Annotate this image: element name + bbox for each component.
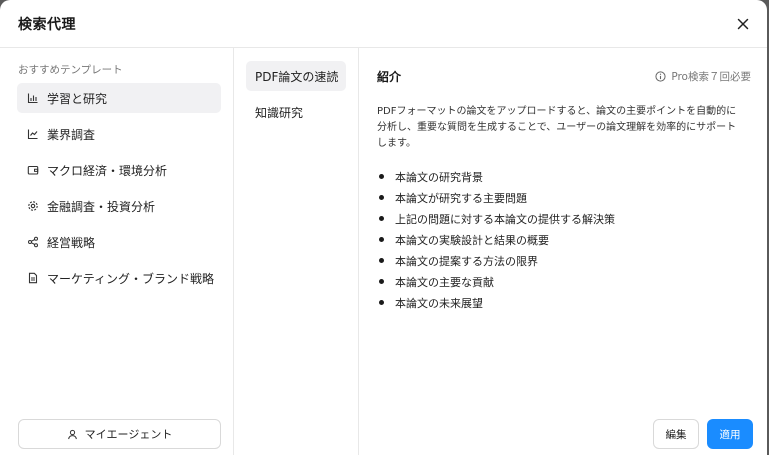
sidebar-item-label: 業界調査	[47, 127, 96, 142]
template-label: PDF論文の速読	[255, 69, 339, 84]
list-item: 本論文の未来展望	[377, 292, 751, 313]
dialog-title: 検索代理	[18, 16, 76, 33]
template-pdf-speed-read[interactable]: PDF論文の速読	[246, 61, 346, 91]
gear-icon	[27, 200, 39, 212]
sidebar-item-label: 学習と研究	[47, 91, 108, 106]
pro-search-requirement: Pro検索７回必要	[655, 69, 751, 84]
close-icon	[737, 18, 749, 29]
edit-button[interactable]: 編集	[653, 419, 699, 449]
sidebar-item-label: 金融調査・投資分析	[47, 199, 156, 214]
point-text: 本論文の未来展望	[395, 296, 483, 310]
my-agent-label: マイエージェント	[84, 428, 173, 441]
point-text: 本論文の主要な貢献	[395, 275, 494, 289]
template-knowledge-research[interactable]: 知識研究	[246, 97, 346, 127]
sidebar-item-label: マクロ経済・環境分析	[47, 163, 168, 178]
sidebar-item-business-strategy[interactable]: 経営戦略	[17, 227, 221, 257]
list-item: 上記の問題に対する本論文の提供する解決策	[377, 208, 751, 229]
template-label: 知識研究	[255, 105, 304, 120]
category-list: 学習と研究 業界調査 マクロ経済・環境分析 金融調査・投資分析 経営戦略 マーケ…	[17, 83, 221, 293]
user-icon	[67, 429, 77, 439]
point-text: 本論文が研究する主要問題	[395, 191, 527, 205]
line-chart-icon	[27, 128, 39, 140]
template-list: PDF論文の速読 知識研究	[234, 48, 359, 455]
sidebar-item-finance-investment[interactable]: 金融調査・投資分析	[17, 191, 221, 221]
point-text: 上記の問題に対する本論文の提供する解決策	[395, 212, 615, 226]
bullet	[379, 237, 384, 242]
point-text: 本論文の実験設計と結果の概要	[395, 233, 549, 247]
sidebar-item-learning-research[interactable]: 学習と研究	[17, 83, 221, 113]
my-agent-button[interactable]: マイエージェント	[18, 419, 221, 449]
bullet	[379, 300, 384, 305]
recommended-templates-label: おすすめテンプレート	[18, 64, 123, 76]
close-button[interactable]	[733, 14, 753, 34]
list-item: 本論文の実験設計と結果の概要	[377, 229, 751, 250]
apply-button[interactable]: 適用	[707, 419, 753, 449]
detail-header: 紹介 Pro検索７回必要	[377, 68, 751, 84]
detail-title: 紹介	[377, 69, 402, 84]
pro-note-text: Pro検索７回必要	[671, 70, 751, 83]
sidebar-item-label: マーケティング・ブランド戦略	[47, 271, 215, 286]
dialog-header: 検索代理	[0, 0, 767, 48]
detail-description: PDFフォーマットの論文をアップロードすると、論文の主要ポイントを自動的に分析し…	[377, 106, 737, 149]
sidebar-item-industry-research[interactable]: 業界調査	[17, 119, 221, 149]
bullet	[379, 174, 384, 179]
sidebar-item-marketing-brand[interactable]: マーケティング・ブランド戦略	[17, 263, 221, 293]
bar-chart-icon	[27, 92, 39, 104]
share-icon	[27, 236, 39, 248]
dialog-actions: 編集 適用	[653, 419, 753, 449]
template-detail: 紹介 Pro検索７回必要 PDFフォーマットの論文をアップロードすると、論文の主…	[359, 48, 767, 455]
wallet-icon	[27, 164, 39, 176]
bullet	[379, 258, 384, 263]
sidebar-item-label: 経営戦略	[47, 235, 96, 250]
list-item: 本論文の提案する方法の限界	[377, 250, 751, 271]
category-sidebar: おすすめテンプレート 学習と研究 業界調査 マクロ経済・環境分析 金融調査・投資…	[0, 48, 234, 455]
list-item: 本論文の研究背景	[377, 166, 751, 187]
document-icon	[27, 272, 39, 284]
sidebar-item-macro-economics[interactable]: マクロ経済・環境分析	[17, 155, 221, 185]
bullet	[379, 216, 384, 221]
point-text: 本論文の研究背景	[395, 170, 483, 184]
info-icon	[655, 70, 666, 82]
bullet	[379, 195, 384, 200]
list-item: 本論文が研究する主要問題	[377, 187, 751, 208]
search-agent-dialog: 検索代理 おすすめテンプレート 学習と研究 業界調査 マクロ経済・環境分析 金融…	[0, 0, 767, 455]
bullet	[379, 279, 384, 284]
list-item: 本論文の主要な貢献	[377, 271, 751, 292]
point-text: 本論文の提案する方法の限界	[395, 254, 538, 268]
detail-points: 本論文の研究背景 本論文が研究する主要問題 上記の問題に対する本論文の提供する解…	[377, 166, 751, 313]
